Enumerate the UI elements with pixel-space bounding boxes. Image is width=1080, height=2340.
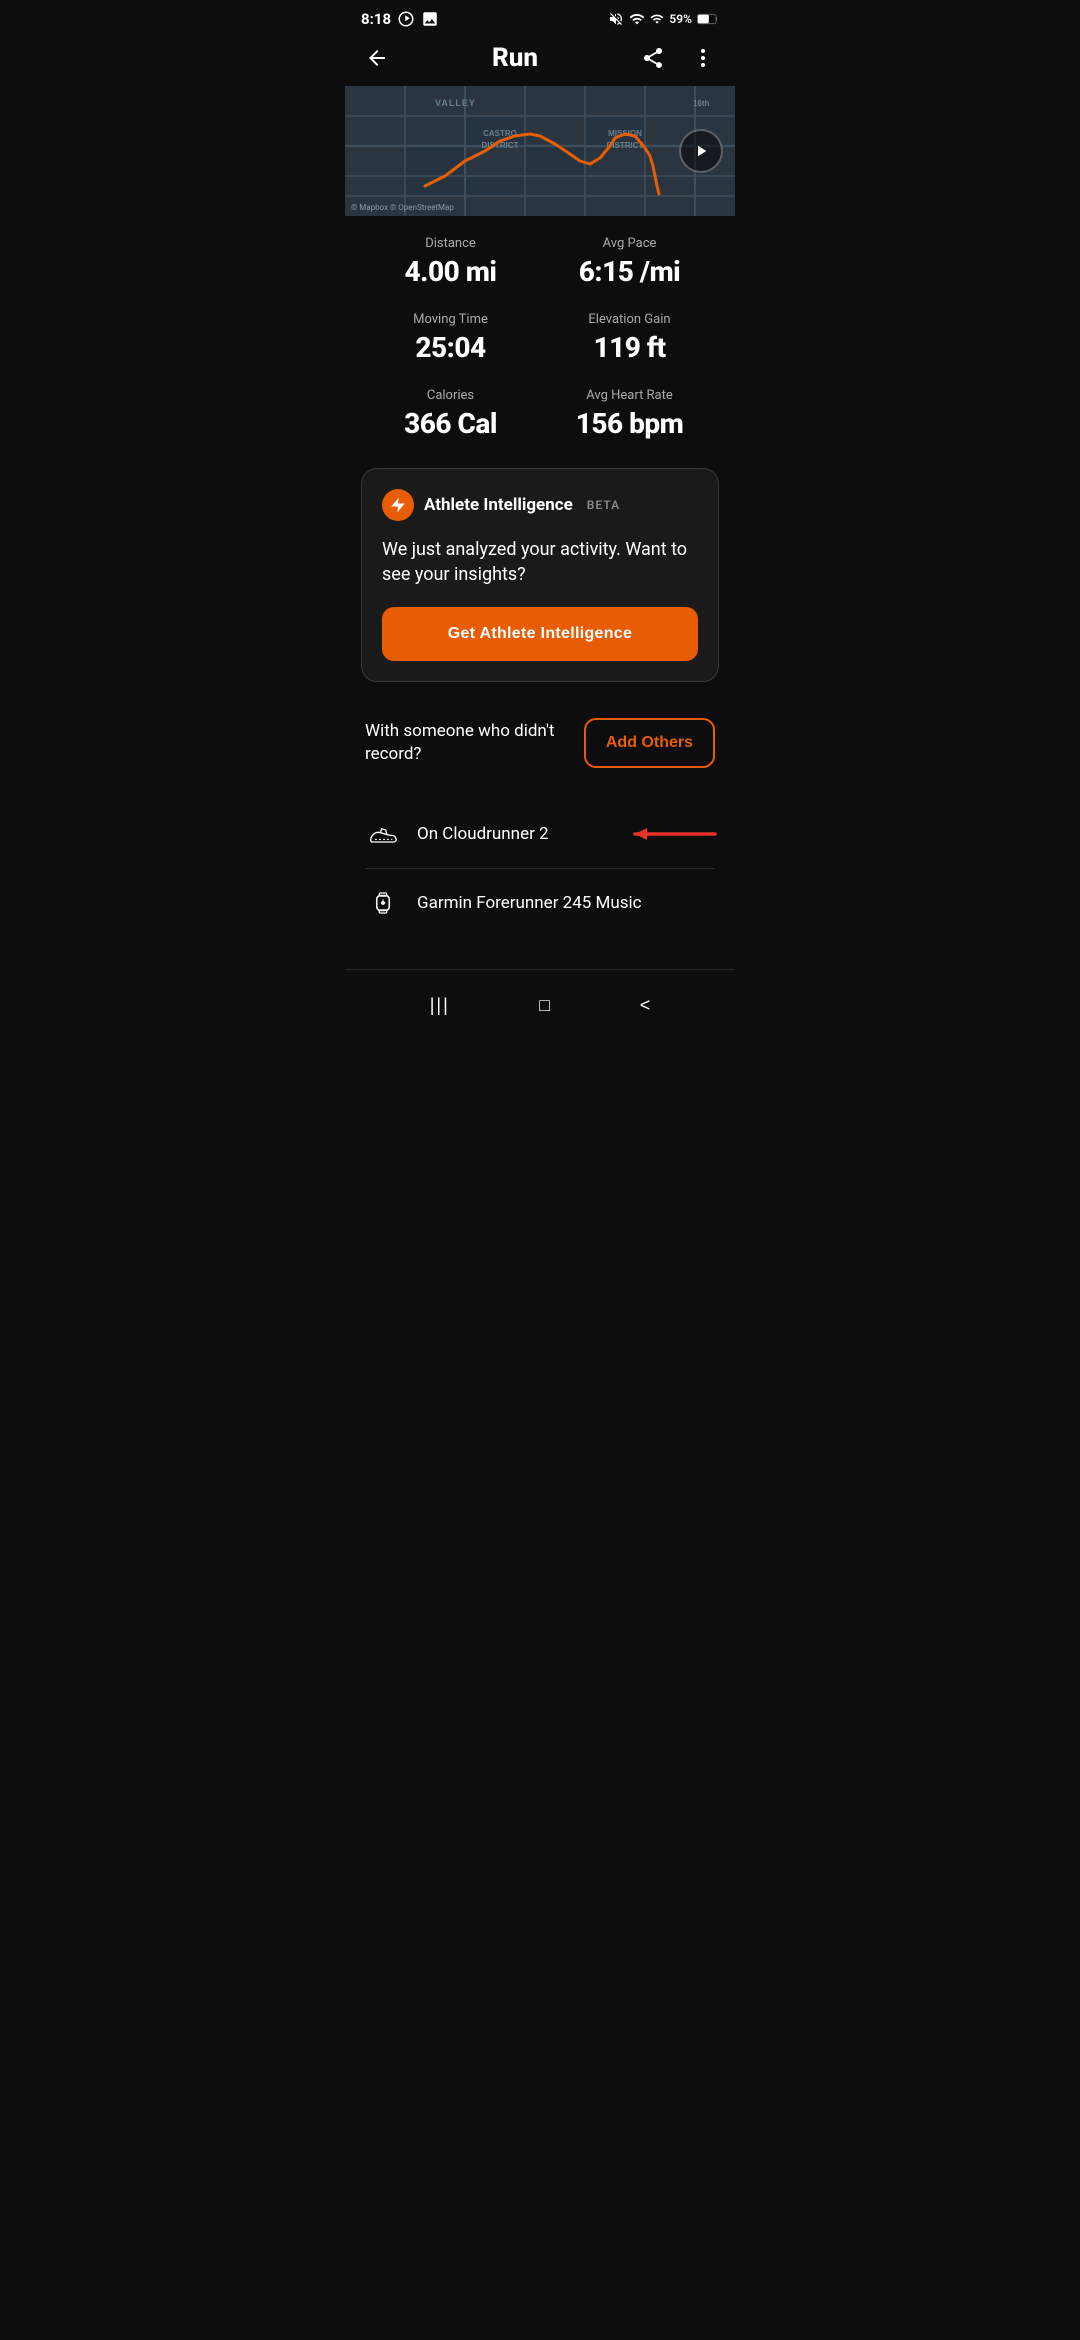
stat-moving-time: Moving Time 25:04 [369, 312, 532, 364]
stat-avg-pace-value: 6:15 /mi [548, 255, 711, 288]
stat-elevation-value: 119 ft [548, 331, 711, 364]
stat-elevation: Elevation Gain 119 ft [548, 312, 711, 364]
stat-distance: Distance 4.00 mi [369, 236, 532, 288]
stat-heart-rate: Avg Heart Rate 156 bpm [548, 388, 711, 440]
status-left: 8:18 [361, 10, 439, 28]
mute-icon [608, 11, 624, 27]
battery-percent: 59% [669, 12, 692, 26]
stat-heart-rate-label: Avg Heart Rate [548, 388, 711, 403]
signal-icon [650, 12, 664, 26]
map-copyright: © Mapbox © OpenStreetMap [351, 203, 454, 212]
battery-icon [697, 13, 719, 25]
navigation-bar: ||| □ < [345, 969, 735, 1045]
with-someone-section: With someone who didn't record? Add Othe… [345, 702, 735, 792]
gallery-icon [421, 10, 439, 28]
route-map[interactable]: VALLEY CASTRO DISTRICT MISSION DISTRICT … [345, 86, 735, 216]
play-button[interactable] [679, 129, 723, 173]
gear-item-watch[interactable]: Garmin Forerunner 245 Music [345, 869, 735, 937]
stat-avg-pace: Avg Pace 6:15 /mi [548, 236, 711, 288]
stat-calories-label: Calories [369, 388, 532, 403]
gear-item-shoe[interactable]: On Cloudrunner 2 [345, 800, 735, 868]
status-right: 59% [608, 11, 719, 27]
map-svg: VALLEY CASTRO DISTRICT MISSION DISTRICT … [345, 86, 735, 216]
status-time: 8:18 [361, 10, 391, 28]
svg-text:16th: 16th [693, 99, 710, 108]
stat-heart-rate-value: 156 bpm [548, 407, 711, 440]
stat-avg-pace-label: Avg Pace [548, 236, 711, 251]
red-arrow-annotation [625, 820, 725, 848]
shoe-icon [365, 816, 401, 852]
ai-title: Athlete Intelligence [424, 495, 573, 515]
gear-section: On Cloudrunner 2 Garmin Forerunner 245 M… [345, 792, 735, 953]
ai-beta-badge: BETA [587, 498, 620, 512]
stat-elevation-label: Elevation Gain [548, 312, 711, 327]
watch-name: Garmin Forerunner 245 Music [417, 893, 642, 913]
shoe-name: On Cloudrunner 2 [417, 824, 549, 844]
stat-calories-value: 366 Cal [369, 407, 532, 440]
nav-back-button[interactable]: < [620, 986, 671, 1025]
get-ai-button[interactable]: Get Athlete Intelligence [382, 607, 698, 661]
header-actions [637, 42, 719, 74]
messenger-icon [397, 10, 415, 28]
with-someone-text: With someone who didn't record? [365, 720, 558, 768]
stat-distance-value: 4.00 mi [369, 255, 532, 288]
athlete-intelligence-card: Athlete Intelligence BETA We just analyz… [361, 468, 719, 682]
stat-moving-time-value: 25:04 [369, 331, 532, 364]
stat-calories: Calories 366 Cal [369, 388, 532, 440]
nav-home-button[interactable]: □ [519, 986, 570, 1025]
wifi-icon [629, 11, 645, 27]
page-header: Run [345, 34, 735, 86]
add-others-button[interactable]: Add Others [584, 718, 715, 768]
status-bar: 8:18 59% [345, 0, 735, 34]
nav-home-icon: □ [539, 995, 550, 1015]
stats-grid: Distance 4.00 mi Avg Pace 6:15 /mi Movin… [345, 216, 735, 460]
stat-distance-label: Distance [369, 236, 532, 251]
stat-moving-time-label: Moving Time [369, 312, 532, 327]
back-button[interactable] [361, 42, 393, 74]
nav-back-icon: < [640, 995, 651, 1015]
page-title: Run [492, 43, 538, 73]
nav-recents-button[interactable]: ||| [410, 986, 470, 1025]
nav-recents-icon: ||| [430, 995, 450, 1015]
svg-text:VALLEY: VALLEY [435, 98, 476, 108]
watch-icon [365, 885, 401, 921]
ai-description: We just analyzed your activity. Want to … [382, 537, 698, 587]
map-background: VALLEY CASTRO DISTRICT MISSION DISTRICT … [345, 86, 735, 216]
ai-icon [382, 489, 414, 521]
ai-card-header: Athlete Intelligence BETA [382, 489, 698, 521]
share-button[interactable] [637, 42, 669, 74]
more-button[interactable] [687, 42, 719, 74]
